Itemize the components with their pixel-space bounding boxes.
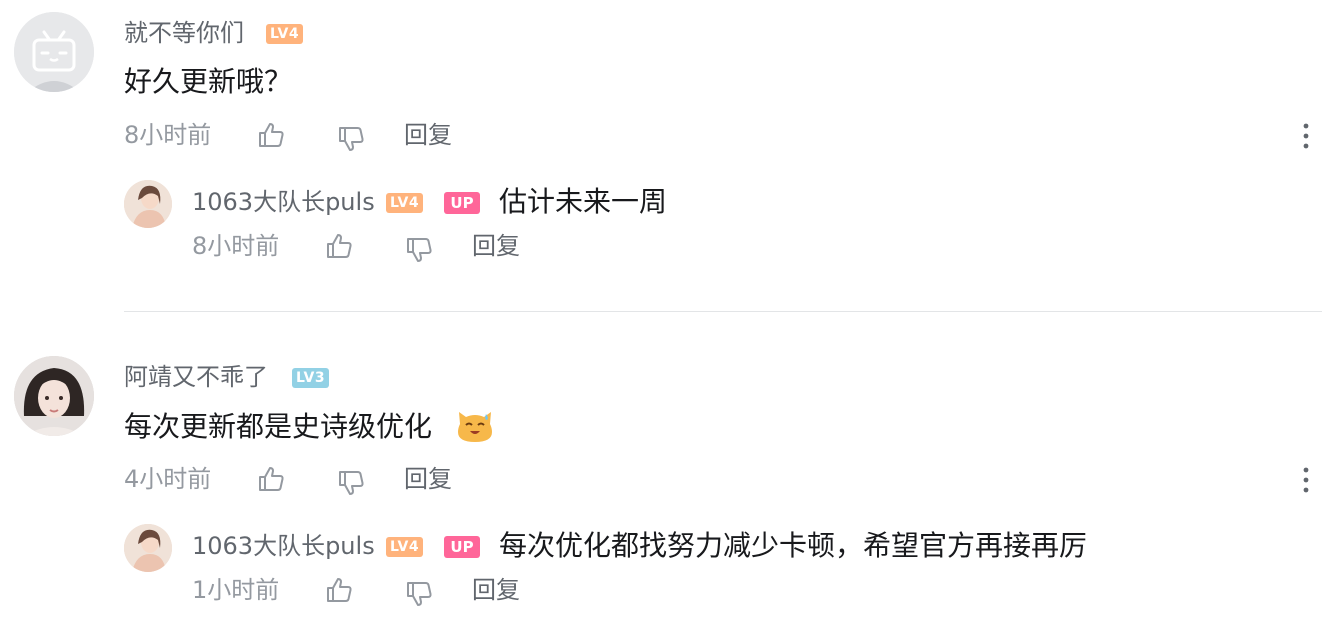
dislike-icon[interactable] [404, 235, 434, 265]
comment-content: 好久更新哦？ [124, 65, 293, 98]
reply-button[interactable]: 回复 [472, 575, 520, 605]
user-photo-avatar [124, 524, 172, 572]
dislike-icon[interactable] [404, 579, 434, 609]
reply-content: 每次优化都找努力减少卡顿，希望官方再接再厉 [499, 529, 1088, 562]
reply-button[interactable]: 回复 [404, 464, 452, 494]
user-photo-avatar [14, 356, 94, 436]
username[interactable]: 就不等你们 [124, 18, 244, 48]
reply-button[interactable]: 回复 [472, 231, 520, 261]
level-badge: LV4 [386, 537, 424, 557]
reply-time: 1小时前 [192, 576, 280, 604]
like-icon[interactable] [256, 120, 286, 150]
comment-item: 阿靖又不乖了 LV3 每次更新都是史诗级优化 4小时前 回复 1063大队长pu… [0, 344, 1344, 644]
level-badge: LV4 [386, 193, 424, 213]
more-options-icon[interactable] [1301, 466, 1311, 494]
comment-content: 每次更新都是史诗级优化 [124, 410, 433, 443]
avatar[interactable] [124, 524, 172, 572]
reply-button[interactable]: 回复 [404, 120, 452, 150]
reply-time: 8小时前 [192, 232, 280, 260]
up-badge: UP [444, 536, 480, 558]
dislike-icon[interactable] [336, 468, 366, 498]
default-avatar-icon [14, 12, 94, 92]
level-badge: LV3 [292, 368, 330, 388]
avatar[interactable] [14, 356, 94, 436]
comment-time: 8小时前 [124, 121, 212, 149]
avatar[interactable] [14, 12, 94, 92]
level-badge: LV4 [266, 24, 304, 44]
comment-item: 就不等你们 LV4 好久更新哦？ 8小时前 回复 1063大队长puls LV4… [0, 0, 1344, 300]
like-icon[interactable] [324, 231, 354, 261]
user-photo-avatar [124, 180, 172, 228]
like-icon[interactable] [256, 464, 286, 494]
reply-username[interactable]: 1063大队长puls [192, 187, 375, 217]
up-badge: UP [444, 192, 480, 214]
like-icon[interactable] [324, 575, 354, 605]
reply-username[interactable]: 1063大队长puls [192, 531, 375, 561]
comment-time: 4小时前 [124, 465, 212, 493]
comment-divider [124, 311, 1322, 312]
dislike-icon[interactable] [336, 124, 366, 154]
avatar[interactable] [124, 180, 172, 228]
reply-content: 估计未来一周 [499, 185, 668, 218]
username[interactable]: 阿靖又不乖了 [124, 362, 268, 392]
more-options-icon[interactable] [1301, 122, 1311, 150]
sweat-smile-emoji-icon [458, 412, 492, 442]
